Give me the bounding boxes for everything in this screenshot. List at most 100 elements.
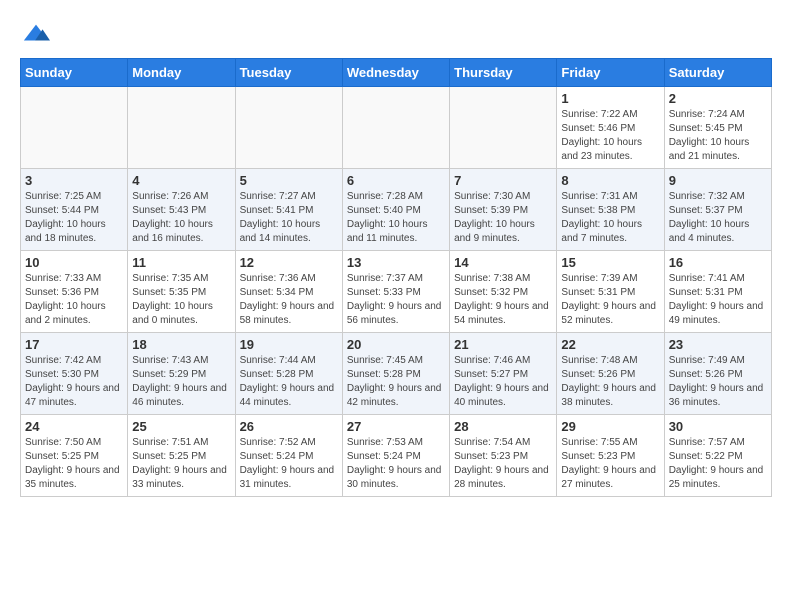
week-row-5: 24Sunrise: 7:50 AM Sunset: 5:25 PM Dayli…	[21, 415, 772, 497]
day-info: Sunrise: 7:27 AM Sunset: 5:41 PM Dayligh…	[240, 190, 338, 246]
day-number: 17	[25, 337, 123, 352]
day-info: Sunrise: 7:32 AM Sunset: 5:37 PM Dayligh…	[669, 190, 767, 246]
day-cell: 24Sunrise: 7:50 AM Sunset: 5:25 PM Dayli…	[21, 415, 128, 497]
day-number: 1	[561, 91, 659, 106]
day-info: Sunrise: 7:28 AM Sunset: 5:40 PM Dayligh…	[347, 190, 445, 246]
day-info: Sunrise: 7:42 AM Sunset: 5:30 PM Dayligh…	[25, 354, 123, 410]
day-number: 3	[25, 173, 123, 188]
weekday-header-monday: Monday	[128, 59, 235, 87]
day-number: 25	[132, 419, 230, 434]
day-number: 13	[347, 255, 445, 270]
weekday-header-sunday: Sunday	[21, 59, 128, 87]
day-number: 4	[132, 173, 230, 188]
weekday-header-friday: Friday	[557, 59, 664, 87]
day-info: Sunrise: 7:31 AM Sunset: 5:38 PM Dayligh…	[561, 190, 659, 246]
day-info: Sunrise: 7:54 AM Sunset: 5:23 PM Dayligh…	[454, 436, 552, 492]
day-number: 14	[454, 255, 552, 270]
day-cell: 29 Sunrise: 7:55 AM Sunset: 5:23 PM Dayli…	[557, 415, 664, 497]
day-info: Sunrise: 7:26 AM Sunset: 5:43 PM Dayligh…	[132, 190, 230, 246]
weekday-header-thursday: Thursday	[450, 59, 557, 87]
day-info: Sunrise: 7:51 AM Sunset: 5:25 PM Dayligh…	[132, 436, 230, 492]
day-info: Sunrise: 7:38 AM Sunset: 5:32 PM Dayligh…	[454, 272, 552, 328]
day-info: Sunrise: 7:33 AM Sunset: 5:36 PM Dayligh…	[25, 272, 123, 328]
day-number: 2	[669, 91, 767, 106]
day-cell: 3 Sunrise: 7:25 AM Sunset: 5:44 PM Daylig…	[21, 169, 128, 251]
day-number: 18	[132, 337, 230, 352]
day-number: 12	[240, 255, 338, 270]
day-number: 23	[669, 337, 767, 352]
day-number: 29	[561, 419, 659, 434]
day-info: Sunrise: 7:53 AM Sunset: 5:24 PM Dayligh…	[347, 436, 445, 492]
day-info: Sunrise: 7:52 AM Sunset: 5:24 PM Dayligh…	[240, 436, 338, 492]
day-cell: 4 Sunrise: 7:26 AM Sunset: 5:43 PM Daylig…	[128, 169, 235, 251]
day-info: Sunrise: 7:50 AM Sunset: 5:25 PM Dayligh…	[25, 436, 123, 492]
day-info: Sunrise: 7:22 AM Sunset: 5:46 PM Dayligh…	[561, 108, 659, 164]
day-number: 30	[669, 419, 767, 434]
day-cell: 20 Sunrise: 7:45 AM Sunset: 5:28 PM Dayli…	[342, 333, 449, 415]
day-info: Sunrise: 7:46 AM Sunset: 5:27 PM Dayligh…	[454, 354, 552, 410]
calendar-table: SundayMondayTuesdayWednesdayThursdayFrid…	[20, 58, 772, 497]
day-number: 21	[454, 337, 552, 352]
day-number: 16	[669, 255, 767, 270]
day-cell: 1 Sunrise: 7:22 AM Sunset: 5:46 PM Daylig…	[557, 87, 664, 169]
day-cell: 11Sunrise: 7:35 AM Sunset: 5:35 PM Dayli…	[128, 251, 235, 333]
day-cell: 14 Sunrise: 7:38 AM Sunset: 5:32 PM Dayli…	[450, 251, 557, 333]
day-number: 7	[454, 173, 552, 188]
day-info: Sunrise: 7:55 AM Sunset: 5:23 PM Dayligh…	[561, 436, 659, 492]
day-cell	[450, 87, 557, 169]
logo-icon	[22, 20, 50, 48]
day-cell: 22Sunrise: 7:48 AM Sunset: 5:26 PM Dayli…	[557, 333, 664, 415]
day-cell	[342, 87, 449, 169]
week-row-1: 1 Sunrise: 7:22 AM Sunset: 5:46 PM Daylig…	[21, 87, 772, 169]
day-cell: 6 Sunrise: 7:28 AM Sunset: 5:40 PM Daylig…	[342, 169, 449, 251]
day-cell: 16 Sunrise: 7:41 AM Sunset: 5:31 PM Dayli…	[664, 251, 771, 333]
day-info: Sunrise: 7:45 AM Sunset: 5:28 PM Dayligh…	[347, 354, 445, 410]
day-cell: 26 Sunrise: 7:52 AM Sunset: 5:24 PM Dayli…	[235, 415, 342, 497]
day-cell	[21, 87, 128, 169]
weekday-header-wednesday: Wednesday	[342, 59, 449, 87]
day-number: 19	[240, 337, 338, 352]
day-number: 28	[454, 419, 552, 434]
day-number: 10	[25, 255, 123, 270]
day-cell: 23 Sunrise: 7:49 AM Sunset: 5:26 PM Dayli…	[664, 333, 771, 415]
day-number: 15	[561, 255, 659, 270]
day-cell: 17 Sunrise: 7:42 AM Sunset: 5:30 PM Dayli…	[21, 333, 128, 415]
weekday-header-saturday: Saturday	[664, 59, 771, 87]
day-cell: 28 Sunrise: 7:54 AM Sunset: 5:23 PM Dayli…	[450, 415, 557, 497]
day-info: Sunrise: 7:43 AM Sunset: 5:29 PM Dayligh…	[132, 354, 230, 410]
day-info: Sunrise: 7:30 AM Sunset: 5:39 PM Dayligh…	[454, 190, 552, 246]
day-info: Sunrise: 7:49 AM Sunset: 5:26 PM Dayligh…	[669, 354, 767, 410]
day-number: 26	[240, 419, 338, 434]
day-cell	[235, 87, 342, 169]
day-info: Sunrise: 7:48 AM Sunset: 5:26 PM Dayligh…	[561, 354, 659, 410]
day-info: Sunrise: 7:25 AM Sunset: 5:44 PM Dayligh…	[25, 190, 123, 246]
day-info: Sunrise: 7:36 AM Sunset: 5:34 PM Dayligh…	[240, 272, 338, 328]
day-number: 8	[561, 173, 659, 188]
day-number: 5	[240, 173, 338, 188]
day-info: Sunrise: 7:37 AM Sunset: 5:33 PM Dayligh…	[347, 272, 445, 328]
day-cell: 19 Sunrise: 7:44 AM Sunset: 5:28 PM Dayli…	[235, 333, 342, 415]
day-cell	[128, 87, 235, 169]
day-info: Sunrise: 7:44 AM Sunset: 5:28 PM Dayligh…	[240, 354, 338, 410]
day-cell: 21 Sunrise: 7:46 AM Sunset: 5:27 PM Dayli…	[450, 333, 557, 415]
day-number: 6	[347, 173, 445, 188]
day-number: 9	[669, 173, 767, 188]
weekday-header-row: SundayMondayTuesdayWednesdayThursdayFrid…	[21, 59, 772, 87]
logo	[20, 20, 50, 48]
day-cell: 18 Sunrise: 7:43 AM Sunset: 5:29 PM Dayli…	[128, 333, 235, 415]
weekday-header-tuesday: Tuesday	[235, 59, 342, 87]
day-cell: 7 Sunrise: 7:30 AM Sunset: 5:39 PM Daylig…	[450, 169, 557, 251]
page-header	[20, 20, 772, 48]
day-number: 20	[347, 337, 445, 352]
day-cell: 13 Sunrise: 7:37 AM Sunset: 5:33 PM Dayli…	[342, 251, 449, 333]
week-row-2: 3 Sunrise: 7:25 AM Sunset: 5:44 PM Daylig…	[21, 169, 772, 251]
day-cell: 27 Sunrise: 7:53 AM Sunset: 5:24 PM Dayli…	[342, 415, 449, 497]
day-number: 27	[347, 419, 445, 434]
day-info: Sunrise: 7:41 AM Sunset: 5:31 PM Dayligh…	[669, 272, 767, 328]
day-cell: 8 Sunrise: 7:31 AM Sunset: 5:38 PM Daylig…	[557, 169, 664, 251]
day-cell: 15 Sunrise: 7:39 AM Sunset: 5:31 PM Dayli…	[557, 251, 664, 333]
day-info: Sunrise: 7:57 AM Sunset: 5:22 PM Dayligh…	[669, 436, 767, 492]
week-row-4: 17 Sunrise: 7:42 AM Sunset: 5:30 PM Dayli…	[21, 333, 772, 415]
day-info: Sunrise: 7:39 AM Sunset: 5:31 PM Dayligh…	[561, 272, 659, 328]
day-cell: 5 Sunrise: 7:27 AM Sunset: 5:41 PM Daylig…	[235, 169, 342, 251]
